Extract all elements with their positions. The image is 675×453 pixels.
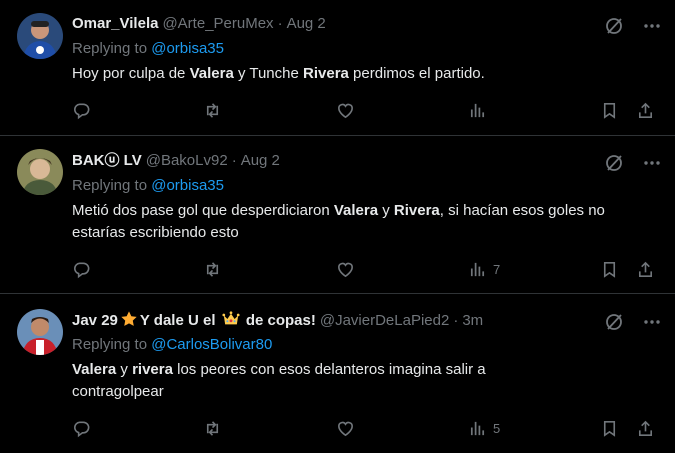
display-name[interactable]: BAKⓤ LV [72, 151, 142, 171]
avatar[interactable] [17, 309, 63, 355]
views-icon [470, 103, 485, 117]
retweet-button[interactable] [203, 100, 222, 120]
tweet-3[interactable]: Jav 29 Y dale U el de copas! @JavierDeLaP… [0, 294, 675, 453]
like-button[interactable] [336, 100, 355, 120]
display-name[interactable]: Omar_Vilela [72, 14, 158, 34]
reply-icon [73, 421, 90, 437]
text-segment: Hoy por culpa de [72, 65, 190, 82]
like-button[interactable] [336, 418, 355, 438]
share-button[interactable] [636, 418, 655, 438]
bookmark-button[interactable] [600, 100, 619, 120]
more-icon[interactable] [642, 153, 662, 173]
replying-prefix: Replying to [72, 336, 148, 353]
text-segment: y [116, 361, 133, 378]
retweet-button[interactable] [203, 418, 222, 438]
bookmark-icon [603, 102, 616, 119]
heart-icon [338, 262, 353, 277]
more-icon[interactable] [642, 16, 662, 36]
text-segment: Metió dos pase gol que desperdiciaron [72, 202, 334, 219]
bookmark-icon [603, 261, 616, 278]
like-button[interactable] [336, 259, 355, 279]
display-name-part: Y dale U el [139, 312, 216, 329]
reply-icon [73, 262, 90, 278]
retweet-icon [206, 102, 219, 118]
views-count: 5 [493, 420, 501, 436]
text-segment: y Tunche [233, 65, 304, 82]
heart-icon [338, 421, 353, 436]
views-button[interactable] [468, 100, 493, 120]
views-count: 7 [493, 261, 501, 277]
mention-link[interactable]: @orbisa35 [151, 40, 224, 57]
text-segment-bold: Rivera [393, 202, 440, 219]
slashed-circle-icon[interactable] [604, 153, 624, 173]
text-segment: y [378, 202, 394, 219]
tweet-text: Valera y rivera los peores con esos dela… [72, 359, 572, 403]
slashed-circle-icon[interactable] [604, 312, 624, 332]
text-segment-bold: rivera [132, 361, 173, 378]
reply-button[interactable] [72, 418, 91, 438]
bookmark-button[interactable] [600, 418, 619, 438]
reply-icon [73, 103, 90, 119]
retweet-icon [206, 261, 219, 277]
tweet-text: Hoy por culpa de Valera y Tunche Rivera … [72, 63, 652, 85]
mention-link[interactable]: @orbisa35 [151, 177, 224, 194]
handle[interactable]: @BakoLv92 [146, 151, 228, 171]
handle[interactable]: @Arte_PeruMex [162, 14, 273, 34]
bookmark-icon [603, 420, 616, 437]
text-segment-bold: Valera [72, 361, 117, 378]
views-button[interactable]: 5 [468, 418, 500, 438]
tweet-header: Jav 29 Y dale U el de copas! @JavierDeLaP… [72, 310, 483, 331]
reply-feed: Omar_Vilela @Arte_PeruMex · Aug 2 Replyi… [0, 0, 675, 453]
share-icon [638, 420, 653, 436]
bookmark-button[interactable] [600, 259, 619, 279]
separator-dot: · [231, 152, 237, 169]
heart-icon [338, 103, 353, 118]
timestamp[interactable]: 3m [462, 311, 483, 331]
star-emoji-icon [121, 311, 137, 326]
replying-prefix: Replying to [72, 40, 148, 57]
tweet-header: Omar_Vilela @Arte_PeruMex · Aug 2 [72, 14, 326, 34]
share-button[interactable] [636, 259, 655, 279]
retweet-icon [206, 420, 219, 436]
views-icon [470, 421, 485, 435]
views-button[interactable]: 7 [468, 259, 500, 279]
reply-button[interactable] [72, 259, 91, 279]
tweet-header: BAKⓤ LV @BakoLv92 · Aug 2 [72, 151, 280, 171]
display-name-part: Jav 29 [72, 312, 118, 329]
avatar[interactable] [17, 149, 63, 195]
display-name-part: de copas! [245, 312, 316, 329]
timestamp[interactable]: Aug 2 [241, 151, 280, 171]
separator-dot: · [453, 311, 459, 329]
slashed-circle-icon[interactable] [604, 16, 624, 36]
handle[interactable]: @JavierDeLaPied2 [320, 311, 449, 331]
share-icon [638, 102, 653, 118]
replying-prefix: Replying to [72, 177, 148, 194]
retweet-button[interactable] [203, 259, 222, 279]
reply-button[interactable] [72, 100, 91, 120]
replying-to: Replying to @CarlosBolivar80 [72, 335, 272, 355]
tweet-2[interactable]: BAKⓤ LV @BakoLv92 · Aug 2 Replying to @o… [0, 136, 675, 294]
text-segment: perdimos el partido. [348, 65, 485, 82]
tweet-text: Metió dos pase gol que desperdiciaron Va… [72, 200, 632, 244]
separator-dot: · [277, 15, 283, 32]
mention-link[interactable]: @CarlosBolivar80 [151, 336, 272, 353]
share-button[interactable] [636, 100, 655, 120]
tweet-1[interactable]: Omar_Vilela @Arte_PeruMex · Aug 2 Replyi… [0, 0, 675, 136]
text-segment-bold: Valera [333, 202, 379, 219]
timestamp[interactable]: Aug 2 [287, 14, 326, 34]
more-icon[interactable] [642, 312, 662, 332]
crown-emoji-icon [222, 311, 240, 325]
replying-to: Replying to @orbisa35 [72, 39, 224, 59]
share-icon [638, 261, 653, 277]
replying-to: Replying to @orbisa35 [72, 176, 224, 196]
text-segment-bold: Rivera [303, 65, 349, 82]
display-name[interactable]: Jav 29 Y dale U el de copas! [72, 310, 316, 331]
text-segment-bold: Valera [189, 65, 234, 82]
avatar[interactable] [17, 13, 63, 59]
views-icon [470, 262, 485, 276]
